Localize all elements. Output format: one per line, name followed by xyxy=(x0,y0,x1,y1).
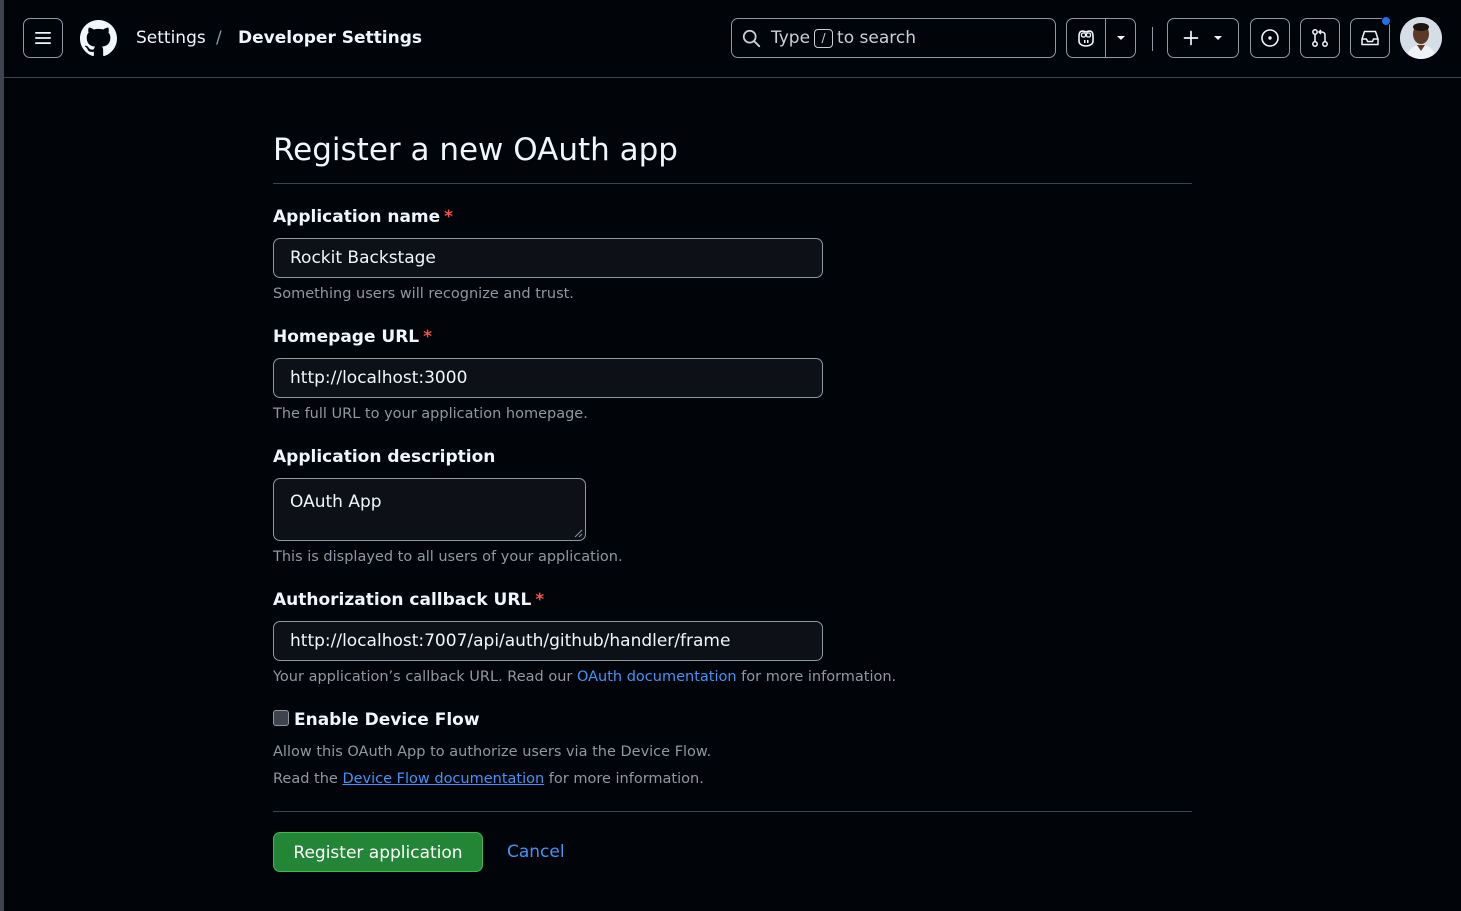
github-logo[interactable] xyxy=(80,20,117,57)
chevron-down-icon xyxy=(1116,36,1125,40)
required-marker: * xyxy=(444,207,454,227)
required-marker: * xyxy=(535,590,545,610)
notification-indicator xyxy=(1381,16,1391,26)
issues-button[interactable] xyxy=(1250,18,1290,58)
search-placeholder-type: Type xyxy=(771,28,811,48)
device-flow-note-suffix: for more information. xyxy=(548,771,704,787)
breadcrumb-developer-settings[interactable]: Developer Settings xyxy=(238,26,422,50)
device-flow-note-prefix: Read the xyxy=(273,771,338,787)
enable-device-flow-label[interactable]: Enable Device Flow xyxy=(294,709,480,731)
required-marker: * xyxy=(423,327,433,347)
hamburger-icon xyxy=(35,32,51,44)
homepage-url-field[interactable]: http://localhost:3000 xyxy=(273,358,823,398)
app-description-label-text: Application description xyxy=(273,447,496,467)
create-new-button[interactable] xyxy=(1167,18,1239,58)
homepage-url-label: Homepage URL * xyxy=(273,326,432,348)
copilot-dropdown-button[interactable] xyxy=(1106,19,1135,57)
device-flow-doc-note: Read the Device Flow documentation for m… xyxy=(273,769,704,789)
avatar[interactable] xyxy=(1400,17,1442,59)
inbox-icon xyxy=(1361,30,1379,46)
app-description-label: Application description xyxy=(273,446,495,468)
app-name-note: Something users will recognize and trust… xyxy=(273,286,574,302)
page-title: Register a new OAuth app xyxy=(273,132,678,168)
breadcrumb-separator: / xyxy=(216,28,222,48)
global-header: Settings / Developer Settings Type / to … xyxy=(4,0,1461,78)
copilot-button-group xyxy=(1066,18,1136,58)
pull-requests-button[interactable] xyxy=(1300,18,1340,58)
homepage-url-note: The full URL to your application homepag… xyxy=(273,406,588,422)
form-divider xyxy=(273,811,1192,812)
breadcrumb-settings[interactable]: Settings xyxy=(136,26,206,50)
copilot-icon xyxy=(1078,30,1095,47)
header-divider xyxy=(1152,27,1153,51)
callback-url-field[interactable]: http://localhost:7007/api/auth/github/ha… xyxy=(273,621,823,661)
app-name-field[interactable]: Rockit Backstage xyxy=(273,238,823,278)
avatar-image xyxy=(1400,17,1442,59)
app-description-value: OAuth App xyxy=(290,492,382,512)
callback-url-label: Authorization callback URL * xyxy=(273,589,544,611)
cancel-link[interactable]: Cancel xyxy=(507,841,565,863)
enable-device-flow-checkbox[interactable] xyxy=(273,710,289,726)
plus-icon xyxy=(1183,30,1199,46)
resize-handle-icon[interactable] xyxy=(574,529,583,538)
pull-request-icon xyxy=(1312,29,1328,47)
app-name-label-text: Application name xyxy=(273,207,441,227)
callback-note-suffix: for more information. xyxy=(741,669,897,685)
homepage-url-label-text: Homepage URL xyxy=(273,327,420,347)
search-shortcut-key: / xyxy=(814,28,834,48)
callback-note-prefix: Your application’s callback URL. Read ou… xyxy=(273,669,573,685)
device-flow-documentation-link[interactable]: Device Flow documentation xyxy=(342,771,544,787)
search-input[interactable]: Type / to search xyxy=(731,18,1056,58)
app-description-note: This is displayed to all users of your a… xyxy=(273,549,623,565)
title-divider xyxy=(273,183,1192,184)
search-icon xyxy=(742,29,761,47)
device-flow-note: Allow this OAuth App to authorize users … xyxy=(273,744,712,760)
app-description-textarea[interactable]: OAuth App xyxy=(273,478,586,541)
menu-button[interactable] xyxy=(23,18,63,58)
search-placeholder-rest: to search xyxy=(837,28,916,48)
callback-url-note: Your application’s callback URL. Read ou… xyxy=(273,667,896,687)
app-name-label: Application name * xyxy=(273,206,453,228)
register-application-button[interactable]: Register application xyxy=(273,832,483,872)
window-edge xyxy=(0,0,4,911)
copilot-button[interactable] xyxy=(1067,19,1107,57)
issue-icon xyxy=(1261,29,1279,47)
callback-url-label-text: Authorization callback URL xyxy=(273,590,532,610)
oauth-documentation-link[interactable]: OAuth documentation xyxy=(577,669,737,685)
chevron-down-icon xyxy=(1214,36,1222,40)
